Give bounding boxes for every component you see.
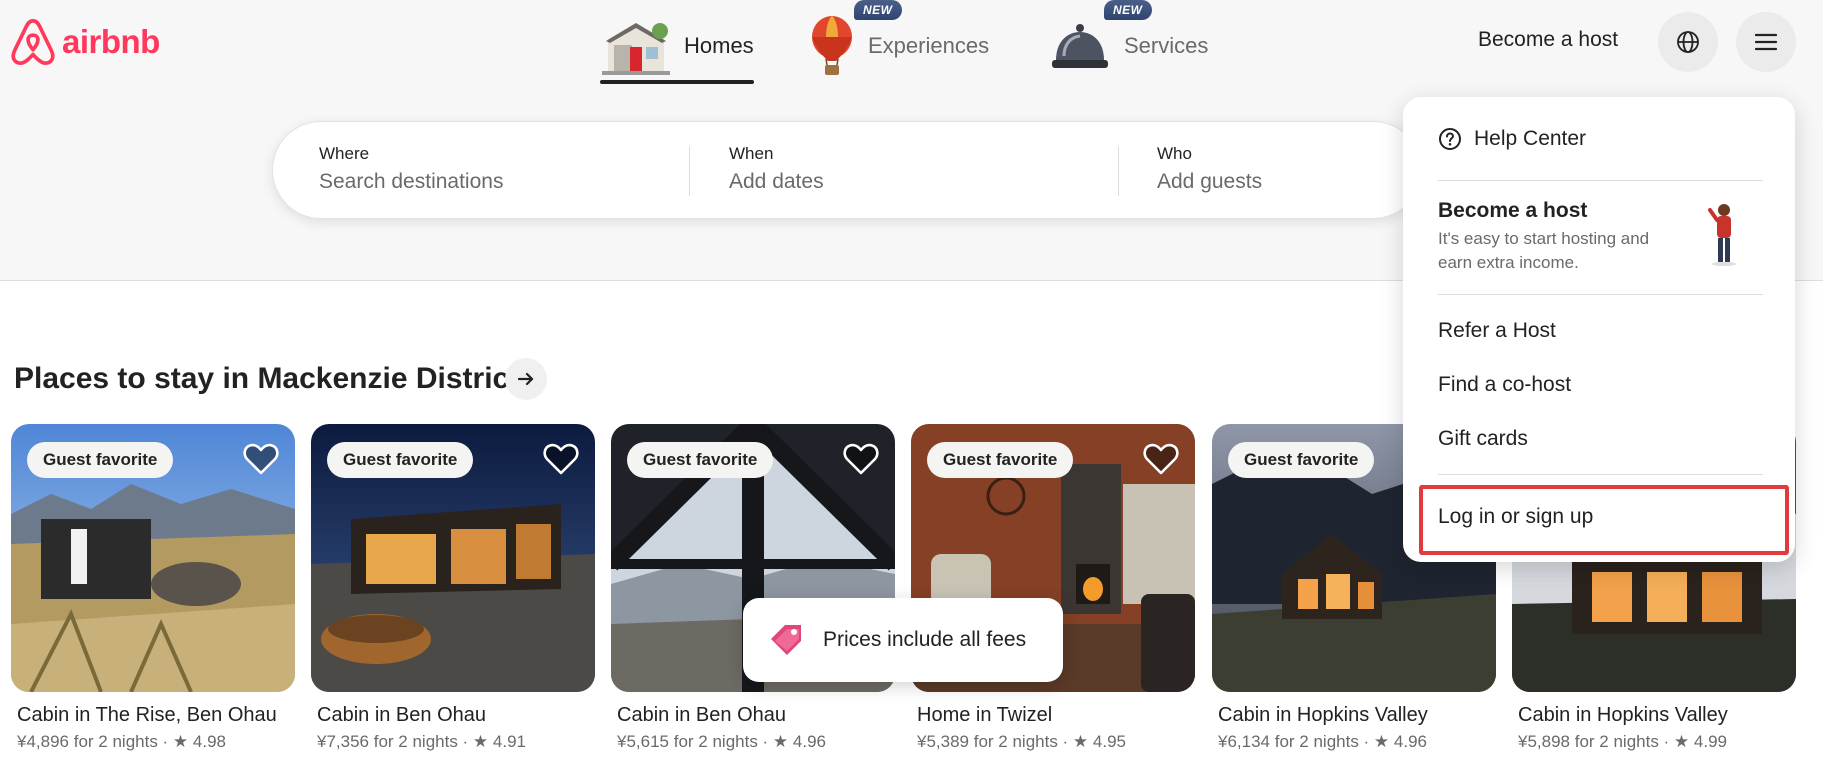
menu-item-refer-host[interactable]: Refer a Host bbox=[1438, 319, 1556, 343]
host-person-illustration bbox=[1708, 204, 1736, 266]
listing-rating: 4.91 bbox=[492, 732, 526, 751]
become-a-host-link[interactable]: Become a host bbox=[1478, 28, 1618, 52]
price-tag-icon bbox=[771, 625, 801, 655]
listing-title: Cabin in The Rise, Ben Ohau bbox=[17, 704, 277, 726]
main-menu-dropdown: Help Center Become a host It's easy to s… bbox=[1403, 97, 1795, 562]
guest-favorite-badge: Guest favorite bbox=[627, 442, 774, 478]
arrow-right-icon bbox=[517, 372, 534, 386]
hot-air-balloon-icon bbox=[812, 16, 852, 75]
new-badge: NEW bbox=[1104, 0, 1152, 20]
heart-icon[interactable] bbox=[243, 442, 279, 476]
listing-price-rating: ¥7,356 for 2 nights · ★ 4.91 bbox=[317, 732, 526, 751]
section-arrow-button[interactable] bbox=[505, 358, 547, 400]
guest-favorite-badge: Guest favorite bbox=[927, 442, 1074, 478]
search-divider bbox=[689, 146, 690, 196]
tab-experiences[interactable]: NEW Experiences bbox=[808, 0, 1018, 82]
menu-item-gift-cards[interactable]: Gift cards bbox=[1438, 427, 1528, 451]
globe-icon bbox=[1677, 31, 1699, 53]
guest-favorite-badge: Guest favorite bbox=[1228, 442, 1375, 478]
heart-icon[interactable] bbox=[1143, 442, 1179, 476]
when-field[interactable]: When Add dates bbox=[729, 144, 824, 194]
listing-title: Cabin in Hopkins Valley bbox=[1218, 704, 1428, 726]
service-bell-icon bbox=[1052, 24, 1108, 68]
menu-item-label: Help Center bbox=[1474, 127, 1587, 150]
section-title[interactable]: Places to stay in Mackenzie District bbox=[14, 362, 519, 396]
tab-services-label: Services bbox=[1124, 33, 1209, 58]
listing-card[interactable]: Guest favorite Cabin in Ben Ohau ¥5,615 … bbox=[611, 424, 895, 752]
heart-icon[interactable] bbox=[843, 442, 879, 476]
listing-price-rating: ¥4,896 for 2 nights · ★ 4.98 bbox=[17, 732, 226, 751]
prices-include-fees-notice[interactable]: Prices include all fees bbox=[743, 598, 1063, 682]
listing-title: Cabin in Ben Ohau bbox=[617, 704, 787, 726]
when-placeholder: Add dates bbox=[729, 170, 824, 193]
menu-divider bbox=[1438, 294, 1763, 295]
listing-price: ¥5,615 for 2 nights bbox=[617, 732, 758, 751]
where-field[interactable]: Where Search destinations bbox=[319, 144, 503, 194]
new-badge: NEW bbox=[854, 0, 902, 20]
guest-favorite-badge: Guest favorite bbox=[27, 442, 174, 478]
listing-card[interactable]: Guest favorite Home in Twizel ¥5,389 for… bbox=[911, 424, 1195, 752]
where-label: Where bbox=[319, 144, 370, 163]
heart-icon[interactable] bbox=[543, 442, 579, 476]
when-label: When bbox=[729, 144, 774, 163]
search-bar: Where Search destinations When Add dates… bbox=[272, 121, 1422, 219]
listing-rating: 4.99 bbox=[1693, 732, 1727, 751]
tab-homes-label: Homes bbox=[684, 33, 754, 58]
fees-notice-text: Prices include all fees bbox=[823, 628, 1027, 651]
question-circle-icon bbox=[1439, 128, 1461, 150]
listing-rating: 4.95 bbox=[1092, 732, 1126, 751]
listing-price: ¥7,356 for 2 nights bbox=[317, 732, 458, 751]
listing-photo[interactable]: Guest favorite bbox=[311, 424, 595, 692]
language-button[interactable] bbox=[1658, 12, 1718, 72]
guest-favorite-badge: Guest favorite bbox=[327, 442, 474, 478]
who-placeholder: Add guests bbox=[1157, 170, 1263, 193]
menu-item-find-cohost[interactable]: Find a co-host bbox=[1438, 373, 1571, 397]
menu-divider bbox=[1438, 180, 1763, 181]
menu-item-help-center[interactable]: Help Center bbox=[1438, 127, 1586, 151]
listing-rating: 4.98 bbox=[192, 732, 226, 751]
airbnb-logo-icon bbox=[11, 18, 55, 66]
tab-homes[interactable]: Homes bbox=[600, 10, 756, 84]
menu-host-description: It's easy to start hosting and earn extr… bbox=[1438, 229, 1650, 272]
listing-price: ¥4,896 for 2 nights bbox=[17, 732, 158, 751]
who-field[interactable]: Who Add guests bbox=[1157, 144, 1262, 194]
listing-rating: 4.96 bbox=[1393, 732, 1427, 751]
listing-title: Home in Twizel bbox=[917, 704, 1053, 726]
tab-services[interactable]: NEW Services bbox=[1048, 0, 1228, 82]
active-tab-indicator bbox=[600, 80, 754, 84]
listing-price-rating: ¥5,898 for 2 nights · ★ 4.99 bbox=[1518, 732, 1727, 751]
login-highlight-box bbox=[1419, 485, 1789, 555]
hamburger-icon bbox=[1755, 33, 1777, 51]
listing-title: Cabin in Hopkins Valley bbox=[1518, 704, 1728, 726]
airbnb-logo[interactable]: airbnb bbox=[10, 18, 160, 66]
main-menu-button[interactable] bbox=[1736, 12, 1796, 72]
tab-experiences-label: Experiences bbox=[868, 33, 990, 58]
listing-card[interactable]: Guest favorite Cabin in The Rise, Ben Oh… bbox=[11, 424, 295, 752]
listing-price: ¥5,898 for 2 nights bbox=[1518, 732, 1659, 751]
house-icon bbox=[602, 23, 670, 75]
where-placeholder: Search destinations bbox=[319, 170, 504, 193]
listing-price-rating: ¥6,134 for 2 nights · ★ 4.96 bbox=[1218, 732, 1427, 751]
listing-card[interactable]: Guest favorite Cabin in Ben Ohau ¥7,356 … bbox=[311, 424, 595, 752]
listing-title: Cabin in Ben Ohau bbox=[317, 704, 487, 726]
menu-host-title[interactable]: Become a host bbox=[1438, 199, 1587, 223]
listing-photo[interactable]: Guest favorite bbox=[11, 424, 295, 692]
menu-divider bbox=[1438, 474, 1763, 475]
listing-price: ¥6,134 for 2 nights bbox=[1218, 732, 1359, 751]
category-nav: Homes NEW Experiences NEW Services bbox=[600, 0, 1228, 84]
listing-price-rating: ¥5,389 for 2 nights · ★ 4.95 bbox=[917, 732, 1126, 751]
listing-price: ¥5,389 for 2 nights bbox=[917, 732, 1058, 751]
who-label: Who bbox=[1157, 144, 1192, 163]
search-divider bbox=[1118, 146, 1119, 196]
listing-price-rating: ¥5,615 for 2 nights · ★ 4.96 bbox=[617, 732, 826, 751]
airbnb-wordmark: airbnb bbox=[62, 23, 160, 60]
listing-rating: 4.96 bbox=[792, 732, 826, 751]
